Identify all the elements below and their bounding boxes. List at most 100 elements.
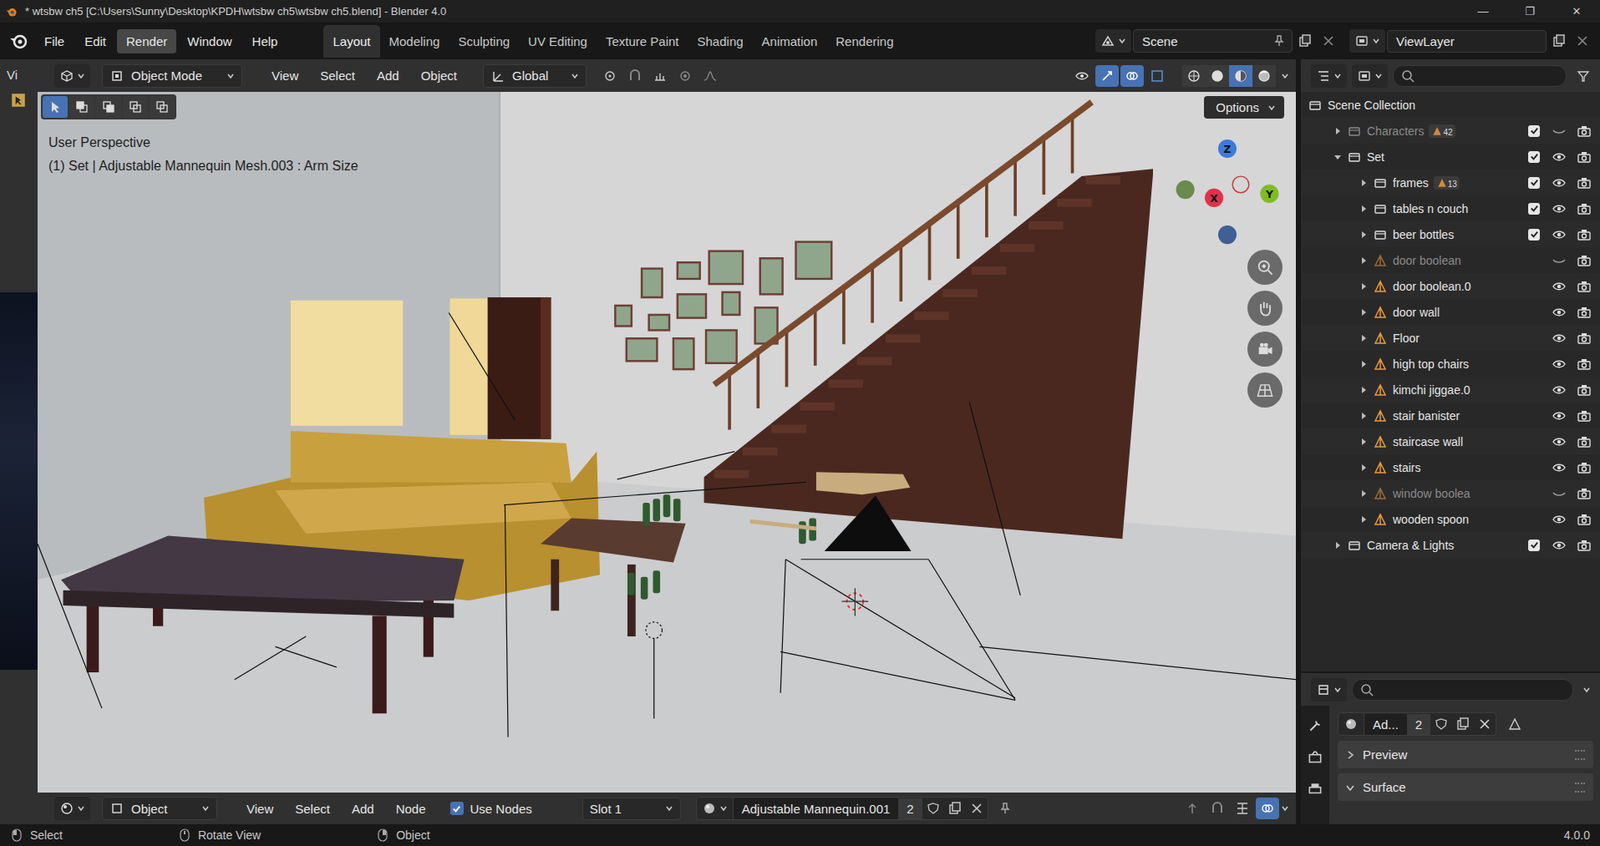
eye-closed-icon[interactable] [1551, 486, 1567, 502]
dropdown-arrow-icon[interactable] [1280, 71, 1290, 81]
snap-icon[interactable] [1205, 797, 1230, 820]
eye-open-icon[interactable] [1551, 382, 1567, 398]
fake-user-icon[interactable] [1430, 713, 1453, 736]
camera-view-button[interactable] [1247, 331, 1283, 367]
material-name-field[interactable]: Ad... [1364, 714, 1407, 736]
properties-panel-header[interactable]: Preview [1337, 741, 1594, 769]
eye-open-icon[interactable] [1551, 512, 1567, 528]
workspace-tab[interactable]: UV Editing [518, 25, 597, 58]
fake-user-icon[interactable] [922, 797, 945, 820]
eye-open-icon[interactable] [1551, 408, 1567, 424]
pan-button[interactable] [1247, 290, 1283, 326]
perspective-toggle-button[interactable] [1247, 372, 1283, 408]
expand-arrow-icon[interactable] [1333, 541, 1342, 550]
outliner-row[interactable]: Scene Collection [1300, 91, 1600, 118]
expand-arrow-icon[interactable] [1359, 515, 1368, 524]
outliner-row[interactable]: Set [1300, 143, 1600, 170]
shading-mode-button[interactable] [1229, 65, 1253, 87]
expand-arrow-icon[interactable] [1359, 256, 1368, 265]
drag-handle[interactable] [1574, 782, 1585, 793]
outliner-item-name[interactable]: beer bottles [1392, 228, 1454, 242]
material-users[interactable]: 2 [898, 798, 922, 820]
dropdown-arrow-icon[interactable] [1280, 804, 1290, 813]
expand-arrow-icon[interactable] [1359, 411, 1368, 421]
include-checkbox[interactable] [1528, 539, 1540, 552]
filter-icon[interactable] [1571, 65, 1595, 87]
scene-browse-button[interactable] [1095, 29, 1132, 53]
outliner-row[interactable]: kimchi jiggae.0 [1300, 376, 1600, 403]
outliner-row[interactable]: high top chairs [1300, 350, 1600, 377]
eye-open-icon[interactable] [1551, 227, 1567, 243]
tool-tab-icon[interactable] [1306, 717, 1324, 735]
pin-icon[interactable] [1271, 33, 1287, 49]
header-menu[interactable]: Object [410, 64, 468, 87]
options-button[interactable]: Options [1203, 96, 1285, 119]
render-tab-icon[interactable] [1306, 749, 1324, 767]
delete-view-layer-icon[interactable] [1571, 30, 1594, 52]
header-menu[interactable]: Node [385, 797, 437, 821]
3d-viewport[interactable]: User Perspective(1) Set | Adjustable Man… [37, 91, 1296, 793]
camera-icon[interactable] [1576, 123, 1592, 139]
outliner-item-name[interactable]: frames [1392, 176, 1429, 190]
eye-open-icon[interactable] [1551, 304, 1567, 320]
outliner-item-name[interactable]: wooden spoon [1392, 513, 1469, 527]
outliner-item-name[interactable]: kimchi jiggae.0 [1392, 383, 1471, 397]
outliner-row[interactable]: stairs [1300, 454, 1600, 481]
eye-open-icon[interactable] [1551, 356, 1567, 372]
delete-scene-icon[interactable] [1317, 30, 1340, 52]
outliner-item-name[interactable]: stair banister [1392, 409, 1460, 423]
header-menu[interactable]: View [235, 797, 285, 821]
browse-material-button[interactable] [696, 797, 734, 820]
outliner-item-name[interactable]: tables n couch [1392, 202, 1468, 216]
viewport-toggle[interactable] [1120, 65, 1144, 87]
workspace-tab[interactable]: Sculpting [448, 25, 519, 58]
outliner-row[interactable]: door boolean.0 [1300, 273, 1600, 300]
gizmo-axis[interactable]: X [1204, 188, 1224, 208]
camera-icon[interactable] [1576, 304, 1592, 320]
expand-arrow-icon[interactable] [1333, 152, 1342, 162]
output-tab-icon[interactable] [1306, 781, 1324, 798]
expand-arrow-icon[interactable] [1359, 360, 1368, 369]
eye-closed-icon[interactable] [1551, 123, 1567, 139]
camera-icon[interactable] [1576, 408, 1592, 424]
outliner-row[interactable]: Floor [1300, 325, 1600, 351]
camera-icon[interactable] [1576, 201, 1592, 217]
header-menu[interactable]: Add [340, 797, 386, 821]
camera-icon[interactable] [1576, 460, 1592, 476]
include-checkbox[interactable] [1528, 151, 1540, 163]
window-control-button[interactable]: — [1459, 0, 1507, 23]
camera-icon[interactable] [1576, 382, 1592, 398]
use-nodes-checkbox[interactable]: Use Nodes [450, 802, 533, 817]
expand-arrow-icon[interactable] [1359, 463, 1368, 473]
include-checkbox[interactable] [1528, 125, 1540, 138]
view-layer-name-field[interactable]: ViewLayer [1386, 30, 1547, 53]
orientation-dropdown[interactable]: Global [482, 64, 587, 88]
workspace-tab[interactable]: Animation [752, 25, 828, 58]
display-mode-button[interactable] [1351, 64, 1388, 88]
outliner-item-name[interactable]: stairs [1392, 461, 1421, 475]
view-layer-browse-button[interactable] [1349, 29, 1386, 53]
include-checkbox[interactable] [1528, 203, 1540, 215]
outliner-row[interactable]: door boolean [1300, 247, 1600, 274]
eye-open-icon[interactable] [1551, 538, 1567, 554]
falloff-icon[interactable] [698, 65, 722, 87]
new-material-icon[interactable] [944, 797, 966, 820]
properties-search[interactable] [1351, 679, 1574, 701]
expand-arrow-icon[interactable] [1359, 308, 1368, 317]
3d-cursor[interactable] [841, 588, 869, 616]
menu-item[interactable]: Render [116, 29, 177, 54]
outliner-row[interactable]: frames13 [1300, 169, 1600, 196]
pin-icon[interactable] [993, 797, 1017, 820]
workspace-tab[interactable]: Texture Paint [596, 25, 689, 58]
select-mode-button[interactable] [42, 96, 68, 118]
window-control-button[interactable]: ✕ [1553, 0, 1600, 23]
navigation-gizmo[interactable]: ZXY [1168, 135, 1286, 253]
eye-open-icon[interactable] [1551, 175, 1567, 191]
editor-type-button[interactable] [54, 797, 91, 821]
outliner-item-name[interactable]: high top chairs [1392, 357, 1469, 371]
expand-arrow-icon[interactable] [1359, 334, 1368, 343]
outliner-item-name[interactable]: window boolea [1392, 487, 1471, 501]
workspace-tab[interactable]: Modeling [380, 25, 450, 58]
checkbox[interactable] [450, 802, 464, 816]
include-checkbox[interactable] [1528, 228, 1540, 241]
